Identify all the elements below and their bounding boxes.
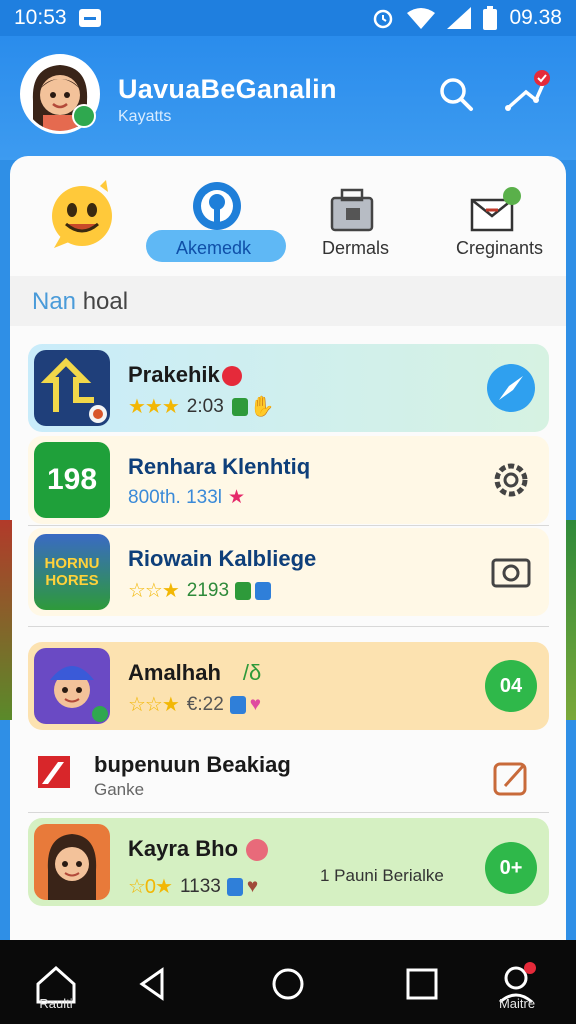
row-title: bupenuun Beakiag — [94, 752, 291, 777]
list-item[interactable]: HORNU HORES Riowain Kalbliege ☆☆★ 2193 — [28, 528, 549, 616]
search-icon[interactable] — [436, 74, 476, 114]
divider — [28, 626, 549, 627]
avatar-status-badge — [72, 104, 96, 128]
star-rating-icon: ☆☆★ — [128, 580, 180, 602]
app-icon-prakehik — [34, 350, 110, 426]
list-item[interactable]: bupenuun Beakiag Ganke — [28, 734, 549, 822]
row-meta: 800th. 133l ★ — [128, 486, 245, 509]
badge-small-icon — [226, 877, 243, 896]
tab-label-akemedk: Akemedk — [176, 238, 252, 258]
status-right: 09.38 — [371, 6, 562, 30]
heart-icon: ♥ — [249, 693, 262, 715]
row-title-text: Kayra Bho — [128, 836, 239, 861]
app-icon-hornu: HORNU HORES — [34, 534, 110, 610]
list-item[interactable]: 198 Renhara Klenhtiq 800th. 133l ★ — [28, 436, 549, 524]
section-title-rest: hoal — [76, 288, 129, 315]
tab-bar: Akemedk Dermals Creginants — [10, 156, 566, 276]
compass-icon[interactable] — [485, 362, 537, 414]
list-item[interactable]: Amalhah/δ ☆☆★ €:22 ♥ 04 — [28, 642, 549, 730]
badge-text: 04 — [499, 674, 523, 697]
shield-icon — [231, 397, 248, 416]
star-rating-icon: ★★★ — [128, 396, 180, 418]
status-bar: 10:53 09.38 — [0, 0, 576, 36]
app-icon-amalhah — [34, 648, 110, 724]
badge-icon[interactable]: 0+ — [485, 842, 537, 894]
edit-icon[interactable] — [485, 752, 537, 804]
divider — [28, 525, 549, 526]
badge-icon[interactable]: 04 — [485, 660, 537, 712]
list-item[interactable]: Kayra Bho ☆0★ 1133 ♥ 1 Pauni Berialke 0+ — [28, 818, 549, 906]
wifi-icon — [407, 8, 436, 29]
battery-icon — [483, 6, 498, 30]
row-meta-text: 2193 — [186, 579, 230, 601]
app-icon-text: 198 — [46, 463, 98, 496]
alert-icon — [221, 366, 242, 387]
badge-text: 0+ — [499, 856, 523, 879]
main-card: Akemedk Dermals Creginants Nan hoal Prak… — [10, 156, 566, 946]
row-title-text: Amalhah — [128, 660, 221, 685]
app-title: UavuaBeGanalin — [118, 74, 337, 104]
row-title: Riowain Kalbliege — [128, 546, 317, 571]
row-side-text: 1 Pauni Berialke — [320, 866, 444, 885]
star-rating-icon: ☆0★ — [128, 876, 173, 898]
row-meta: ☆☆★ €:22 ♥ — [128, 692, 261, 717]
status-time: 10:53 — [14, 6, 67, 29]
alarm-icon — [374, 9, 393, 29]
nav-label-home: Raulti — [39, 996, 73, 1011]
pin-icon — [193, 182, 241, 230]
row-meta: ☆☆★ 2193 — [128, 578, 272, 603]
row-title-suffix: /δ — [242, 660, 262, 685]
nav-label-profile: Maitre — [498, 996, 536, 1011]
row-meta: ★★★ 2:03 ✋ — [128, 394, 275, 419]
share-icon[interactable] — [504, 70, 552, 116]
gear-icon[interactable] — [485, 454, 537, 506]
thumb-icon: ✋ — [249, 396, 275, 418]
recents-icon[interactable] — [398, 960, 446, 1008]
row-meta: ☆0★ 1133 ♥ — [128, 874, 258, 899]
home-circle-icon[interactable] — [264, 960, 312, 1008]
row-title: Amalhah/δ — [128, 660, 261, 686]
app-header: UavuaBeGanalin Kayatts — [0, 36, 576, 160]
shield-icon — [235, 581, 252, 600]
list-item[interactable]: Prakehik ★★★ 2:03 ✋ — [28, 344, 549, 432]
row-title-text: Prakehik — [128, 362, 220, 387]
tab-label-creginants[interactable]: Creginants — [456, 238, 543, 259]
row-meta-text: 800th. 133l — [128, 486, 223, 508]
emoji-icon — [246, 839, 269, 862]
row-meta-text: 2:03 — [186, 395, 224, 417]
smiley-icon[interactable] — [44, 176, 120, 252]
star-rating-icon: ☆☆★ — [128, 694, 180, 716]
tab-label-dermals[interactable]: Dermals — [322, 238, 389, 259]
row-meta-text: 1133 — [179, 875, 221, 897]
gift-icon[interactable] — [468, 186, 522, 234]
star-icon: ★ — [228, 487, 246, 508]
signal-icon — [447, 7, 472, 29]
camera-icon[interactable] — [485, 546, 537, 598]
row-subtitle: Ganke — [94, 780, 145, 799]
notification-icon — [78, 9, 101, 27]
app-icon-text: HORNU HORES — [44, 555, 100, 589]
logo-icon — [38, 756, 70, 788]
back-icon[interactable] — [130, 960, 178, 1008]
row-title: Prakehik — [128, 362, 242, 388]
row-title: Renhara Klenhtiq — [128, 454, 311, 479]
app-icon-198: 198 — [34, 442, 110, 518]
toolbox-icon[interactable] — [328, 188, 378, 234]
side-decoration-right — [566, 520, 576, 720]
status-left: 10:53 — [14, 6, 101, 30]
divider — [28, 812, 549, 813]
app-icon-kayra — [34, 824, 110, 900]
row-meta-text: €:22 — [186, 693, 224, 715]
badge-small-icon — [229, 695, 246, 714]
side-decoration-left — [0, 520, 12, 720]
app-subtitle: Kayatts — [118, 108, 172, 125]
status-time-right: 09.38 — [509, 6, 562, 29]
navigation-bar: Raulti Maitre — [0, 940, 576, 1024]
heart-icon: ♥ — [246, 875, 259, 897]
section-title-accent: Nan — [32, 288, 77, 315]
row-title: Kayra Bho — [128, 836, 269, 862]
badge-small-icon — [255, 581, 272, 600]
section-title: Nan hoal — [32, 288, 128, 316]
